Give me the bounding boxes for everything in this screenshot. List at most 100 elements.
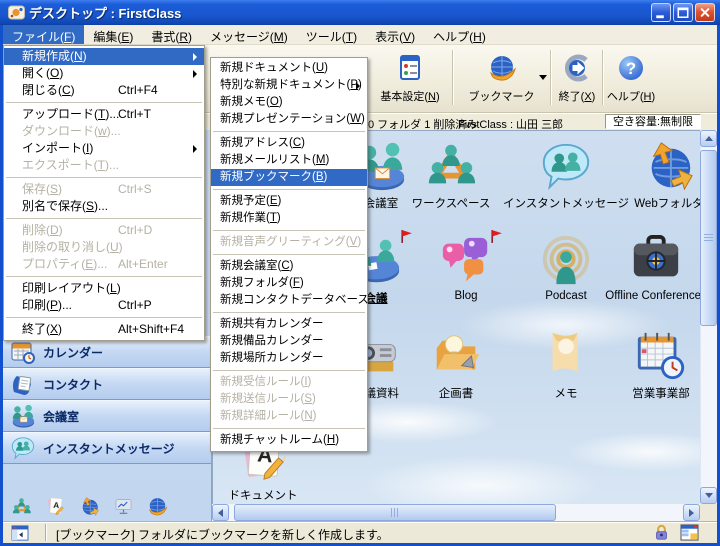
- toolbar-button-preferences[interactable]: 基本設定(N): [368, 48, 452, 108]
- statusbar-divider: [45, 524, 47, 541]
- horizontal-scrollbar[interactable]: [212, 504, 700, 521]
- proposal-icon: [429, 329, 483, 383]
- webfolder-icon: [642, 139, 696, 193]
- desktop-icon-workspace[interactable]: ワークスペース: [386, 139, 516, 211]
- scroll-up-button[interactable]: [700, 130, 717, 147]
- workspace-mini-icon[interactable]: [11, 496, 32, 517]
- bookmark-mini-icon[interactable]: [147, 496, 168, 517]
- file-menu-item-close[interactable]: 閉じる(C)Ctrl+F4: [4, 82, 204, 99]
- vertical-scrollbar[interactable]: [700, 130, 717, 504]
- new-submenu-item-new-voice-greeting[interactable]: 新規音声グリーティング(V): [211, 234, 367, 251]
- thumb-grip-icon: [704, 234, 713, 243]
- file-menu-item-export[interactable]: エクスポート(T)...: [4, 157, 204, 174]
- new-submenu-item-new-presentation[interactable]: 新規プレゼンテーション(W): [211, 111, 367, 128]
- scroll-right-button[interactable]: [683, 504, 700, 521]
- new-submenu-item-new-mail-list[interactable]: 新規メールリスト(M): [211, 152, 367, 169]
- toolbar-button-bookmark[interactable]: ブックマーク: [455, 48, 548, 108]
- app-icon[interactable]: [8, 5, 25, 20]
- document-mini-icon[interactable]: A: [45, 496, 66, 517]
- file-menu-item-save-as[interactable]: 別名で保存(S)...: [4, 198, 204, 215]
- new-submenu-item-new-contact-database[interactable]: 新規コンタクトデータベース: [211, 292, 367, 309]
- new-submenu-item-new-resource-calendar[interactable]: 新規備品カレンダー: [211, 333, 367, 350]
- new-submenu-item-new-bookmark[interactable]: 新規ブックマーク(B): [211, 169, 367, 186]
- offline-icon: [629, 234, 683, 288]
- menubar-item-file[interactable]: ファイル(F): [3, 25, 84, 44]
- scroll-left-button[interactable]: [212, 504, 229, 521]
- new-submenu-item-new-conference[interactable]: 新規会議室(C): [211, 258, 367, 275]
- sidebar-item-label: カレンダー: [43, 344, 103, 361]
- menu-item-label: 終了(X): [22, 322, 62, 336]
- dropdown-arrow-icon[interactable]: [539, 75, 547, 80]
- menubar-item-edit[interactable]: 編集(E): [84, 25, 142, 44]
- close-button[interactable]: [695, 3, 715, 22]
- new-submenu-item-new-chat-room[interactable]: 新規チャットルーム(H): [211, 432, 367, 449]
- sidebar-item-conference-room[interactable]: 会議室: [3, 400, 211, 432]
- menu-item-label: インポート(I): [22, 141, 93, 155]
- menu-item-shortcut: Alt+Shift+F4: [118, 321, 184, 338]
- new-submenu-item-new-address[interactable]: 新規アドレス(C): [211, 135, 367, 152]
- file-menu-item-delete[interactable]: 削除(D)Ctrl+D: [4, 222, 204, 239]
- status-bar: [ブックマーク] フォルダにブックマークを新しく作成します。: [3, 521, 717, 543]
- menu-item-label: 新規会議室(C): [220, 260, 294, 272]
- new-submenu-item-new-folder[interactable]: 新規フォルダ(F): [211, 275, 367, 292]
- minimize-button[interactable]: [651, 3, 671, 22]
- new-submenu-item-new-receive-rule[interactable]: 新規受信ルール(I): [211, 374, 367, 391]
- file-menu-item-upload[interactable]: アップロード(T)...Ctrl+T: [4, 106, 204, 123]
- window-controls: [651, 3, 715, 22]
- menu-item-label: 新規送信ルール(S): [220, 393, 316, 405]
- new-submenu-item-new-document[interactable]: 新規ドキュメント(U): [211, 60, 367, 77]
- webfolder-mini-icon[interactable]: [79, 496, 100, 517]
- menubar-item-message[interactable]: メッセージ(M): [201, 25, 297, 44]
- menubar-item-view[interactable]: 表示(V): [366, 25, 424, 44]
- file-menu-separator: [6, 317, 202, 318]
- new-submenu-item-special-new-document[interactable]: 特別な新規ドキュメント(P): [211, 77, 367, 94]
- new-submenu-item-new-advanced-rule[interactable]: 新規詳細ルール(N): [211, 408, 367, 425]
- file-menu-item-print[interactable]: 印刷(P)...Ctrl+P: [4, 297, 204, 314]
- desktop-icon-label: Offline Conferences: [591, 290, 700, 302]
- desktop-icon-web-folder[interactable]: Webフォルダ: [604, 139, 700, 211]
- status-message: [ブックマーク] フォルダにブックマークを新しく作成します。: [56, 526, 389, 543]
- new-submenu-item-new-schedule[interactable]: 新規予定(E): [211, 193, 367, 210]
- horizontal-scroll-thumb[interactable]: [234, 504, 556, 521]
- sidebar-item-contact[interactable]: コンタクト: [3, 368, 211, 400]
- menu-item-label: 新規作業(T): [220, 212, 281, 224]
- file-menu-item-print-layout[interactable]: 印刷レイアウト(L): [4, 280, 204, 297]
- layout-panel-icon[interactable]: [680, 524, 699, 541]
- presentation-mini-icon[interactable]: [113, 496, 134, 517]
- arrow-right-icon: [689, 509, 694, 517]
- file-menu-item-new[interactable]: 新規作成(N): [4, 48, 204, 65]
- new-submenu-item-new-shared-calendar[interactable]: 新規共有カレンダー: [211, 316, 367, 333]
- new-submenu-separator: [213, 428, 365, 429]
- toolbar-button-quit[interactable]: 終了(X): [552, 48, 602, 108]
- maximize-button[interactable]: [673, 3, 693, 22]
- podcast-icon: [539, 234, 593, 288]
- new-submenu-item-new-send-rule[interactable]: 新規送信ルール(S): [211, 391, 367, 408]
- toolbar-button-help[interactable]: ?ヘルプ(H): [604, 48, 658, 108]
- new-submenu-item-new-location-calendar[interactable]: 新規場所カレンダー: [211, 350, 367, 367]
- new-submenu-item-new-memo[interactable]: 新規メモ(O): [211, 94, 367, 111]
- menubar-item-help[interactable]: ヘルプ(H): [424, 25, 495, 44]
- file-menu-item-save[interactable]: 保存(S)Ctrl+S: [4, 181, 204, 198]
- menu-item-shortcut: Ctrl+S: [118, 181, 152, 198]
- file-menu-item-open[interactable]: 開く(O): [4, 65, 204, 82]
- menubar-item-format[interactable]: 書式(R): [142, 25, 201, 44]
- desktop-icon-offline-conferences[interactable]: Offline Conferences: [591, 234, 700, 302]
- pane-toggle-icon[interactable]: [10, 525, 30, 541]
- file-menu-item-download[interactable]: ダウンロード(w)...: [4, 123, 204, 140]
- file-menu-item-properties[interactable]: プロパティ(E)...Alt+Enter: [4, 256, 204, 273]
- new-submenu-item-new-task[interactable]: 新規作業(T): [211, 210, 367, 227]
- file-menu-item-import[interactable]: インポート(I): [4, 140, 204, 157]
- menubar-item-tools[interactable]: ツール(T): [297, 25, 366, 44]
- file-menu-item-quit[interactable]: 終了(X) Alt+Shift+F4: [4, 321, 204, 338]
- menu-item-label: エクスポート(T)...: [22, 158, 119, 172]
- workspace-icon: [424, 139, 478, 193]
- desktop-icon-sales-division[interactable]: 営業事業部: [596, 329, 700, 401]
- vertical-scroll-thumb[interactable]: [700, 150, 717, 326]
- toolbar-button-label: ヘルプ(H): [607, 88, 655, 104]
- scroll-down-button[interactable]: [700, 487, 717, 504]
- menu-item-label: 削除(D): [22, 223, 63, 237]
- sidebar-item-instant-message[interactable]: インスタントメッセージ: [3, 432, 211, 464]
- file-menu-item-undelete[interactable]: 削除の取り消し(U): [4, 239, 204, 256]
- menu-item-label: 新規チャットルーム(H): [220, 434, 339, 446]
- new-submenu-separator: [213, 189, 365, 190]
